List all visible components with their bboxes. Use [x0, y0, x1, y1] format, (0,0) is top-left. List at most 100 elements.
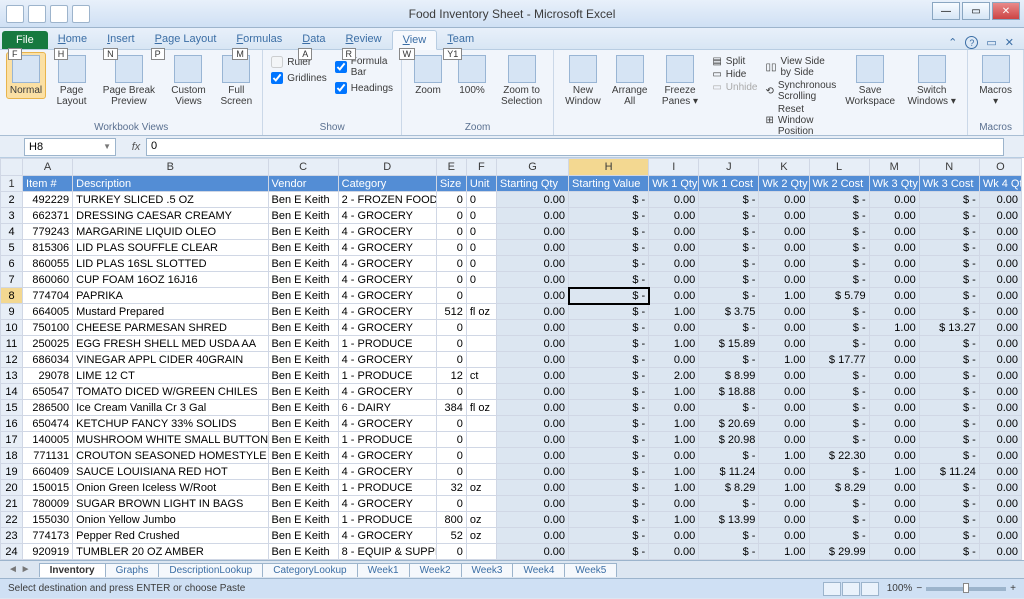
close-workbook-icon[interactable]: ✕	[1005, 36, 1014, 49]
cell[interactable]: 860055	[23, 256, 73, 272]
cell[interactable]: 0.00	[869, 192, 919, 208]
cell[interactable]: $ -	[569, 464, 649, 480]
table-header[interactable]: Starting Value	[569, 176, 649, 192]
cell[interactable]: $ -	[809, 336, 869, 352]
cell[interactable]: SAUCE LOUISIANA RED HOT	[73, 464, 268, 480]
cell[interactable]: $ 20.98	[699, 432, 759, 448]
cell[interactable]: $ 8.99	[699, 368, 759, 384]
cell[interactable]: 0	[436, 240, 466, 256]
cell[interactable]: 815306	[23, 240, 73, 256]
cell[interactable]	[466, 464, 496, 480]
cell[interactable]: $ -	[699, 448, 759, 464]
cell[interactable]: $ -	[919, 272, 979, 288]
row-header[interactable]: 15	[1, 400, 23, 416]
cell[interactable]: 4 - GROCERY	[338, 272, 436, 288]
cell[interactable]: 0.00	[979, 448, 1021, 464]
cell[interactable]: Ben E Keith	[268, 208, 338, 224]
cell[interactable]: $ -	[919, 400, 979, 416]
cell[interactable]: fl oz	[466, 304, 496, 320]
cell[interactable]: 0.00	[649, 256, 699, 272]
cell[interactable]: 0.00	[979, 384, 1021, 400]
cell[interactable]	[466, 336, 496, 352]
cell[interactable]: 0.00	[496, 528, 568, 544]
cell[interactable]: 0.00	[979, 224, 1021, 240]
cell[interactable]: TUMBLER 20 OZ AMBER	[73, 544, 268, 560]
cell[interactable]: 0.00	[869, 288, 919, 304]
cell[interactable]: Onion Yellow Jumbo	[73, 512, 268, 528]
cell[interactable]: oz	[466, 480, 496, 496]
redo-icon[interactable]	[72, 5, 90, 23]
cell[interactable]: 0.00	[496, 400, 568, 416]
cell[interactable]: 512	[436, 304, 466, 320]
zoom-in-button[interactable]: +	[1010, 583, 1016, 594]
cell[interactable]: $ -	[809, 224, 869, 240]
col-header-G[interactable]: G	[496, 159, 568, 176]
cell[interactable]: 0.00	[869, 512, 919, 528]
row-header[interactable]: 14	[1, 384, 23, 400]
cell[interactable]: 0	[436, 496, 466, 512]
table-row[interactable]: 18771131CROUTON SEASONED HOMESTYLEBen E …	[1, 448, 1022, 464]
cell[interactable]: 8 - EQUIP & SUPPLY	[338, 544, 436, 560]
cell[interactable]: Ben E Keith	[268, 384, 338, 400]
cell[interactable]: $ -	[919, 496, 979, 512]
table-row[interactable]: 23774173Pepper Red CrushedBen E Keith4 -…	[1, 528, 1022, 544]
cell[interactable]: $ -	[809, 512, 869, 528]
cell[interactable]: 0.00	[759, 528, 809, 544]
switch-windows-button[interactable]: Switch Windows ▾	[902, 52, 961, 110]
cell[interactable]: 0.00	[759, 272, 809, 288]
cell[interactable]: 0.00	[869, 528, 919, 544]
table-row[interactable]: 7860060CUP FOAM 16OZ 16J16Ben E Keith4 -…	[1, 272, 1022, 288]
col-header-B[interactable]: B	[73, 159, 268, 176]
cell[interactable]: 140005	[23, 432, 73, 448]
cell[interactable]: $ 8.29	[699, 480, 759, 496]
row-header[interactable]: 4	[1, 224, 23, 240]
cell[interactable]: 155030	[23, 512, 73, 528]
cell[interactable]: Onion Green Iceless W/Root	[73, 480, 268, 496]
cell[interactable]: 1.00	[759, 544, 809, 560]
cell[interactable]: $ -	[809, 464, 869, 480]
cell[interactable]: 0.00	[649, 224, 699, 240]
cell[interactable]: $ -	[569, 352, 649, 368]
cell[interactable]: 0.00	[496, 320, 568, 336]
cell[interactable]: 0.00	[649, 448, 699, 464]
cell[interactable]: $ 22.30	[809, 448, 869, 464]
full-screen-button[interactable]: Full Screen	[216, 52, 256, 110]
cell[interactable]: 0.00	[496, 192, 568, 208]
cell[interactable]: 0.00	[759, 304, 809, 320]
gridlines-checkbox[interactable]: Gridlines	[271, 72, 326, 84]
cell[interactable]: 0.00	[496, 496, 568, 512]
cell[interactable]: Ben E Keith	[268, 256, 338, 272]
cell[interactable]: 0.00	[759, 512, 809, 528]
row-header[interactable]: 2	[1, 192, 23, 208]
cell[interactable]: $ -	[569, 528, 649, 544]
cell[interactable]: $ 17.77	[809, 352, 869, 368]
table-header[interactable]: Wk 4 Qty	[979, 176, 1021, 192]
cell[interactable]: CUP FOAM 16OZ 16J16	[73, 272, 268, 288]
cell[interactable]: $ -	[919, 288, 979, 304]
cell[interactable]: 0.00	[496, 288, 568, 304]
row-header[interactable]: 20	[1, 480, 23, 496]
cell[interactable]: 662371	[23, 208, 73, 224]
cell[interactable]: 1 - PRODUCE	[338, 336, 436, 352]
cell[interactable]: $ -	[569, 496, 649, 512]
zoom-to-selection-button[interactable]: Zoom to Selection	[496, 52, 547, 110]
cell[interactable]: 1 - PRODUCE	[338, 480, 436, 496]
cell[interactable]: 0	[436, 448, 466, 464]
cell[interactable]: 0.00	[649, 240, 699, 256]
cell[interactable]: MUSHROOM WHITE SMALL BUTTON	[73, 432, 268, 448]
cell[interactable]: 0.00	[496, 384, 568, 400]
cell[interactable]: 1.00	[649, 512, 699, 528]
cell[interactable]: Ben E Keith	[268, 512, 338, 528]
cell[interactable]: 771131	[23, 448, 73, 464]
zoom-slider[interactable]	[926, 587, 1006, 591]
cell[interactable]: EGG FRESH SHELL MED USDA AA	[73, 336, 268, 352]
table-row[interactable]: 5815306LID PLAS SOUFFLE CLEARBen E Keith…	[1, 240, 1022, 256]
cell[interactable]: 0.00	[869, 336, 919, 352]
cell[interactable]: 1.00	[649, 336, 699, 352]
cell[interactable]: 800	[436, 512, 466, 528]
cell[interactable]: 0.00	[979, 416, 1021, 432]
cell[interactable]: 0.00	[869, 384, 919, 400]
cell[interactable]: $ -	[699, 256, 759, 272]
cell[interactable]: 660409	[23, 464, 73, 480]
sheet-tab-graphs[interactable]: Graphs	[105, 563, 160, 577]
